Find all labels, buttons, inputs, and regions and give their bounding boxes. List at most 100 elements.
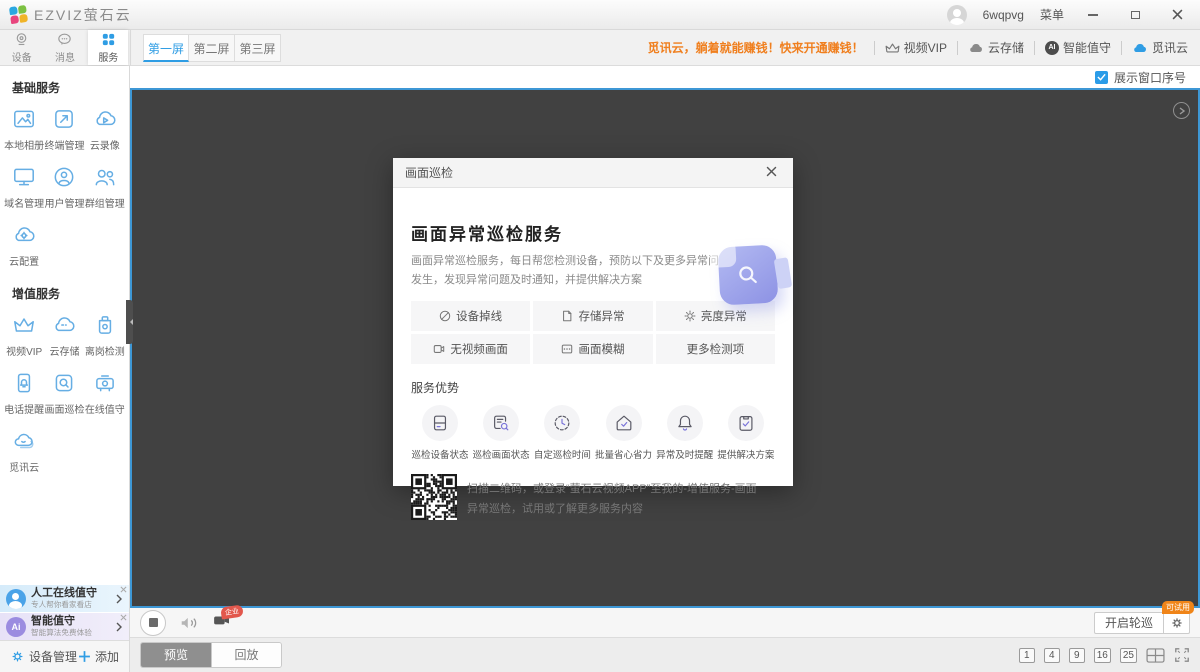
show-window-number-checkbox[interactable] <box>1095 71 1108 84</box>
monitor-icon <box>11 164 37 190</box>
sun-icon <box>684 310 696 322</box>
ai-duty-icon: Ai <box>6 617 26 637</box>
vip-crown-icon <box>11 312 37 338</box>
device-management-button[interactable]: 设备管理 <box>10 648 77 665</box>
sidebar-item-user-mgmt[interactable]: 用户管理 <box>44 164 84 210</box>
magnifier-illustration-icon <box>718 245 779 306</box>
advantages-title: 服务优势 <box>411 379 775 396</box>
layout-1-button[interactable]: 1 <box>1019 648 1035 663</box>
chevron-right-icon <box>115 594 123 604</box>
patrol-icon <box>51 370 77 396</box>
cloud-icon <box>968 42 984 54</box>
banner-close-icon[interactable] <box>120 614 127 621</box>
minimize-button[interactable] <box>1080 5 1106 25</box>
sidebar-item-video-vip[interactable]: 视频VIP <box>4 312 44 358</box>
sidebar-footer: 设备管理 添加 <box>0 640 129 672</box>
link-video-vip[interactable]: 视频VIP <box>885 39 947 56</box>
sidebar-item-screen-patrol[interactable]: 画面巡检 <box>44 370 84 416</box>
check-device-offline[interactable]: 设备掉线 <box>411 301 530 331</box>
house-check-icon <box>614 413 634 433</box>
sidebar-item-cloud-storage[interactable]: 云存储 <box>44 312 84 358</box>
chevron-right-icon <box>115 622 123 632</box>
tab-screen-1[interactable]: 第一屏 <box>143 34 189 62</box>
device-icon <box>13 31 30 48</box>
add-device-button[interactable]: 添加 <box>78 648 119 665</box>
check-storage-error[interactable]: 存储异常 <box>533 301 652 331</box>
cloud-record-icon <box>92 106 118 132</box>
start-patrol-button[interactable]: 开启轮巡 <box>1094 612 1164 634</box>
sidebar-item-group-mgmt[interactable]: 群组管理 <box>85 164 125 210</box>
close-button[interactable] <box>1164 5 1190 25</box>
advantages-row: 巡检设备状态 巡检画面状态 自定巡检时间 批量省心省力 异常及时提醒 <box>411 405 775 461</box>
panel-expand-icon[interactable] <box>1173 102 1190 119</box>
menu-button[interactable]: 菜单 <box>1040 6 1064 23</box>
adv-batch-easy: 批量省心省力 <box>595 405 653 461</box>
human-duty-icon <box>6 589 26 609</box>
crown-icon <box>885 41 900 54</box>
user-avatar[interactable] <box>947 5 967 25</box>
sidebar-item-mixun-cloud[interactable]: 觅讯云 <box>4 428 44 474</box>
fullscreen-icon[interactable] <box>1174 647 1190 663</box>
message-icon <box>56 31 73 48</box>
check-more-items[interactable]: 更多检测项 <box>656 334 775 364</box>
banner-close-icon[interactable] <box>120 586 127 593</box>
nav-tab-service[interactable]: 服务 <box>88 30 128 65</box>
speaker-icon[interactable] <box>180 615 199 631</box>
maximize-button[interactable] <box>1122 5 1148 25</box>
adv-custom-time: 自定巡检时间 <box>533 405 591 461</box>
tab-playback[interactable]: 回放 <box>211 643 281 667</box>
dialog-title: 画面巡检 <box>405 164 453 181</box>
enterprise-device-icon[interactable]: 企业 <box>213 613 231 632</box>
sidebar-item-cloud-record[interactable]: 云录像 <box>85 106 125 152</box>
check-brightness-error[interactable]: 亮度异常 <box>656 301 775 331</box>
dialog-close-button[interactable] <box>762 160 781 186</box>
sidebar-collapse-handle[interactable] <box>126 300 133 344</box>
layout-16-button[interactable]: 16 <box>1094 648 1111 663</box>
check-blur[interactable]: 画面模糊 <box>533 334 652 364</box>
sidebar-item-leave-detect[interactable]: 离岗检测 <box>85 312 125 358</box>
storage-icon <box>561 310 573 322</box>
clipboard-check-icon <box>736 413 756 433</box>
banner-human-duty[interactable]: 人工在线值守 专人帮你看家看店 <box>0 585 129 612</box>
layout-25-button[interactable]: 25 <box>1120 648 1137 663</box>
link-mixun-cloud[interactable]: 觅讯云 <box>1132 39 1188 56</box>
patrol-settings-button[interactable] <box>1164 612 1190 634</box>
layout-9-button[interactable]: 9 <box>1069 648 1085 663</box>
duty-camera-icon <box>92 370 118 396</box>
custom-layout-icon[interactable] <box>1146 648 1165 663</box>
sidebar-item-cloud-config[interactable]: 云配置 <box>4 222 44 268</box>
nav-tab-device[interactable]: 设备 <box>2 30 42 65</box>
screen-patrol-dialog: 画面巡检 画面异常巡检服务 画面异常巡检服务，每日帮您检测设备，预防以下及更多异… <box>393 158 793 486</box>
username[interactable]: 6wqpvg <box>983 8 1024 22</box>
layout-4-button[interactable]: 4 <box>1044 648 1060 663</box>
gear-icon <box>1170 616 1184 630</box>
stop-button[interactable] <box>140 610 166 636</box>
view-mode-bar: 预览 回放 1 4 9 16 25 <box>130 638 1200 672</box>
mixun-cloud-icon <box>11 428 37 454</box>
ezviz-client-window: EZVIZ萤石云 6wqpvg 菜单 设备 消息 服务 <box>0 0 1200 672</box>
banner-smart-duty[interactable]: Ai 智能值守 智能算法免费体验 <box>0 613 129 640</box>
drive-icon <box>430 413 450 433</box>
nav-tab-message[interactable]: 消息 <box>45 30 85 65</box>
sidebar-item-phone-remind[interactable]: 电话提醒 <box>4 370 44 416</box>
ai-icon: AI <box>1045 41 1059 55</box>
plus-icon <box>78 650 91 663</box>
dialog-header: 画面巡检 <box>393 158 793 188</box>
sidebar-item-domain-mgmt[interactable]: 域名管理 <box>4 164 44 210</box>
check-items: 设备掉线 存储异常 亮度异常 无视频画面 画面模糊 <box>411 301 775 364</box>
tab-screen-3[interactable]: 第三屏 <box>235 34 281 62</box>
clock-icon <box>552 413 572 433</box>
sidebar-item-terminal-mgmt[interactable]: 终端管理 <box>44 106 84 152</box>
check-no-video[interactable]: 无视频画面 <box>411 334 530 364</box>
section-basic-services: 基础服务 <box>0 66 129 104</box>
link-cloud-storage[interactable]: 云存储 <box>968 39 1024 56</box>
promo-banner[interactable]: 觅讯云，躺着就能赚钱！快来开通赚钱！ <box>648 39 864 56</box>
phone-bell-icon <box>11 370 37 396</box>
sidebar-item-local-album[interactable]: 本地相册 <box>4 106 44 152</box>
link-smart-duty[interactable]: AI 智能值守 <box>1045 39 1111 56</box>
cloud-storage-icon <box>51 312 77 338</box>
sidebar-item-online-duty[interactable]: 在线值守 <box>85 370 125 416</box>
tab-preview[interactable]: 预览 <box>141 643 211 667</box>
tab-screen-2[interactable]: 第二屏 <box>189 34 235 62</box>
screen-tabs: 第一屏 第二屏 第三屏 <box>143 30 281 65</box>
